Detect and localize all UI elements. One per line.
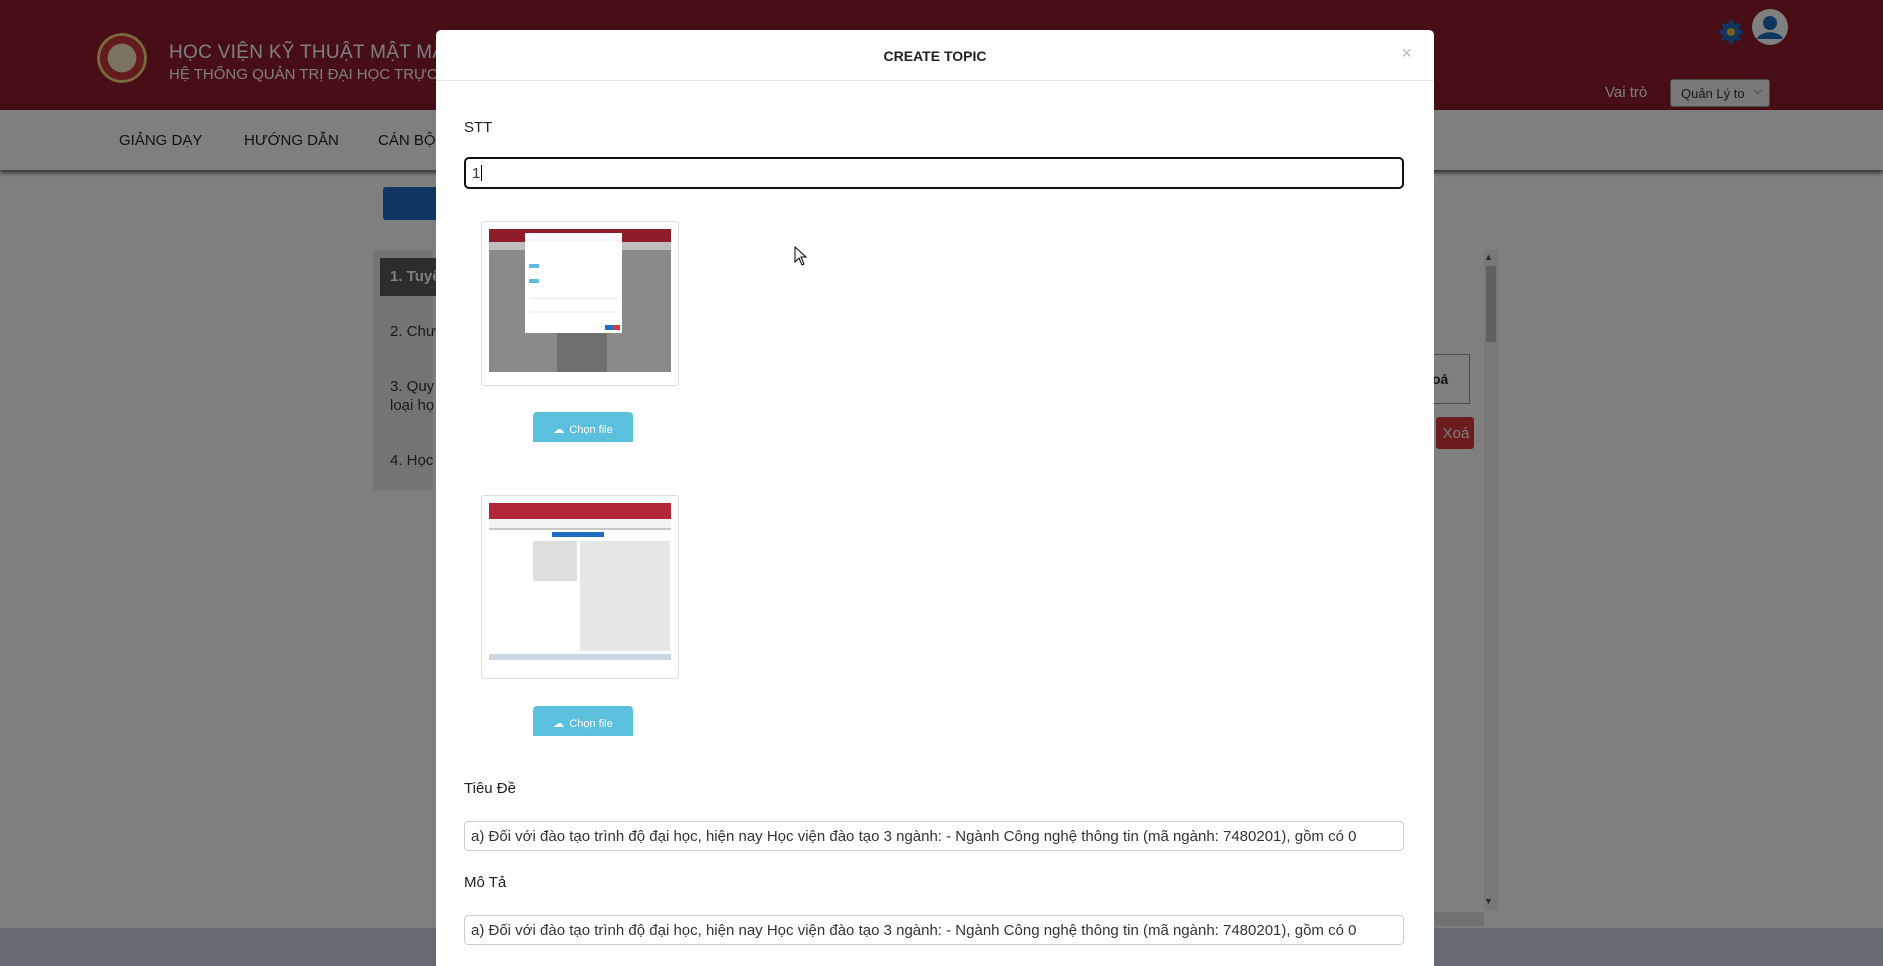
create-topic-modal: CREATE TOPIC × STT 1 ☁ Chọn file ☁ Chọn … bbox=[436, 30, 1434, 966]
modal-header: CREATE TOPIC × bbox=[436, 30, 1434, 81]
close-icon[interactable]: × bbox=[1401, 43, 1412, 64]
image-preview-1 bbox=[481, 221, 679, 386]
stt-input[interactable]: 1 bbox=[464, 157, 1404, 189]
image-preview-2 bbox=[481, 495, 679, 679]
stt-input-value: 1 bbox=[472, 165, 481, 182]
description-input[interactable]: a) Đối với đào tạo trình độ đại học, hiệ… bbox=[464, 915, 1404, 945]
mouse-cursor-icon bbox=[794, 246, 808, 266]
cloud-upload-icon: ☁ bbox=[553, 718, 565, 730]
text-caret bbox=[481, 165, 483, 181]
choose-file-button-1[interactable]: ☁ Chọn file bbox=[533, 412, 633, 442]
stt-label: STT bbox=[464, 119, 493, 136]
choose-file-label: Chọn file bbox=[569, 718, 613, 730]
choose-file-label: Chọn file bbox=[569, 424, 613, 436]
title-label: Tiêu Đề bbox=[464, 780, 516, 797]
description-label: Mô Tả bbox=[464, 874, 507, 891]
screenshot-thumbnail-1 bbox=[489, 229, 671, 372]
choose-file-button-2[interactable]: ☁ Chọn file bbox=[533, 706, 633, 736]
title-input[interactable]: a) Đối với đào tạo trình độ đại học, hiệ… bbox=[464, 821, 1404, 851]
screenshot-thumbnail-2 bbox=[489, 503, 671, 660]
modal-title: CREATE TOPIC bbox=[883, 48, 987, 64]
cloud-upload-icon: ☁ bbox=[553, 424, 565, 436]
